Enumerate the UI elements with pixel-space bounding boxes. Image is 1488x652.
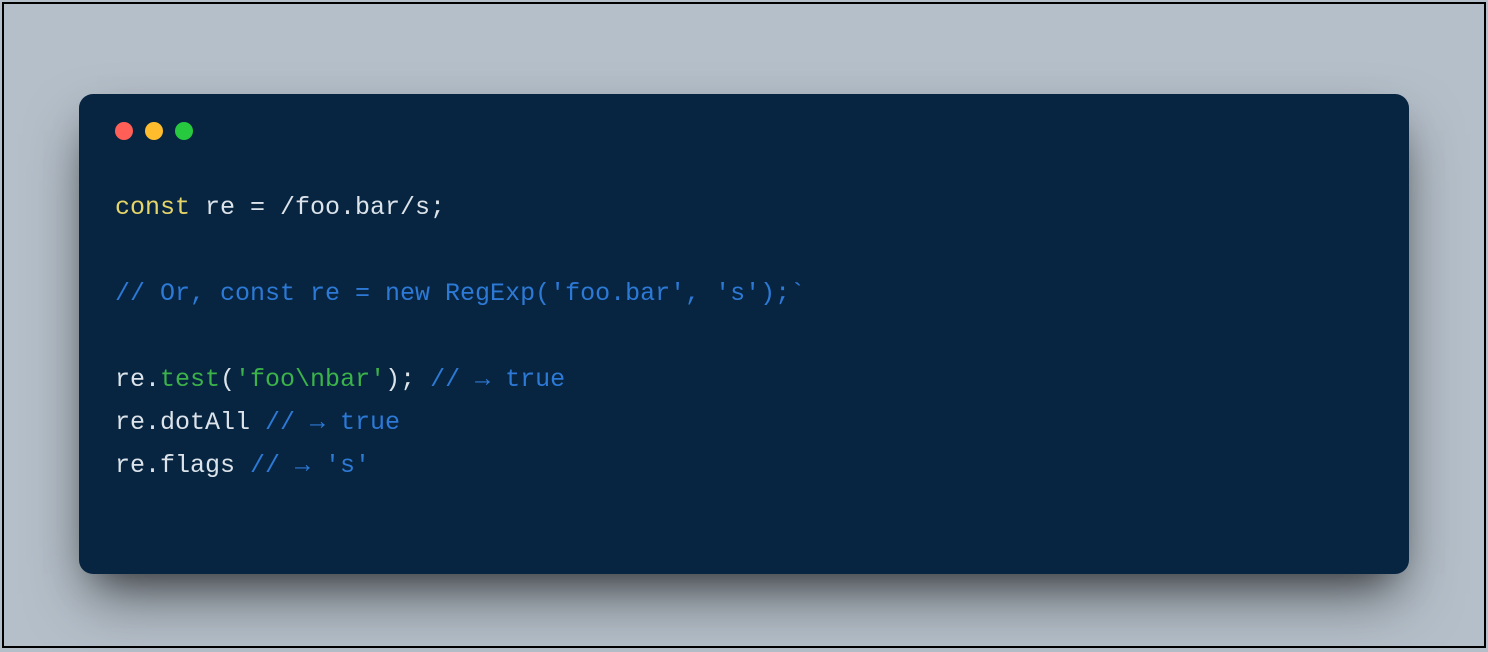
close-icon[interactable] [115,122,133,140]
token-plain: re.dotAll [115,408,265,437]
token-method: test [160,365,220,394]
token-plain: ); [385,365,430,394]
token-plain: ( [220,365,235,394]
token-comment: // → 's' [250,451,370,480]
token-plain: re = /foo.bar/s; [190,193,445,222]
token-comment: // → true [430,365,565,394]
code-line: re.flags // → 's' [115,451,370,480]
window-controls [115,122,1373,140]
code-line: re.test('foo\nbar'); // → true [115,365,565,394]
code-line: re.dotAll // → true [115,408,400,437]
code-window: const re = /foo.bar/s; // Or, const re =… [79,94,1409,574]
page-frame: const re = /foo.bar/s; // Or, const re =… [2,2,1486,648]
code-block: const re = /foo.bar/s; // Or, const re =… [115,186,1373,487]
code-line: // Or, const re = new RegExp('foo.bar', … [115,279,805,308]
token-plain: re. [115,365,160,394]
token-comment: // → true [265,408,400,437]
token-plain: re.flags [115,451,250,480]
minimize-icon[interactable] [145,122,163,140]
code-line: const re = /foo.bar/s; [115,193,445,222]
token-string: 'foo\nbar' [235,365,385,394]
token-keyword: const [115,193,190,222]
token-comment: // Or, const re = new RegExp('foo.bar', … [115,279,805,308]
maximize-icon[interactable] [175,122,193,140]
